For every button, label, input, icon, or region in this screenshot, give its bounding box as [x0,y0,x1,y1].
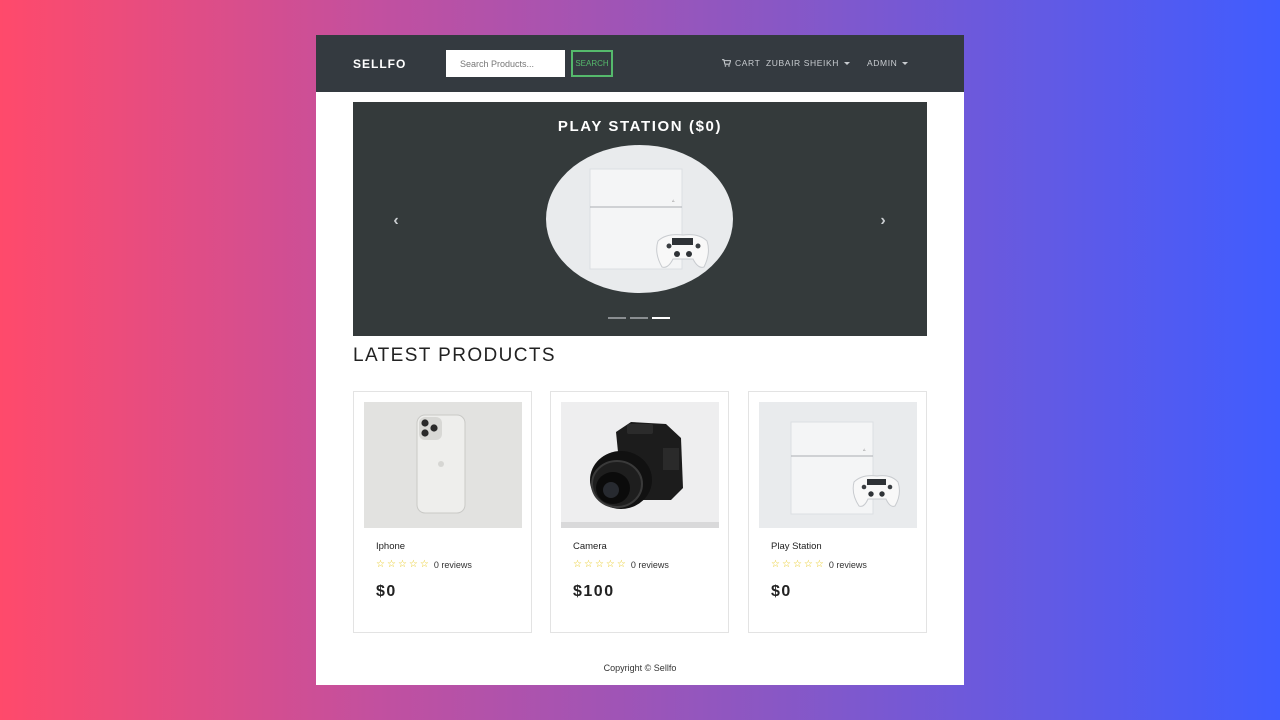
cart-icon [722,59,731,67]
product-name[interactable]: Play Station [771,541,822,552]
star-outline-icon: ☆ [792,559,802,570]
product-image[interactable] [364,402,522,528]
star-outline-icon: ☆ [803,559,813,570]
brand-logo[interactable]: SELLFO [353,57,406,71]
user-menu-label: ZUBAIR SHEIKH [766,58,839,68]
carousel-indicator-active[interactable] [652,317,670,319]
review-count: 0 reviews [630,560,669,570]
search-input[interactable] [446,50,565,77]
product-name[interactable]: Camera [573,541,607,552]
star-outline-icon: ☆ [814,559,824,570]
review-count: 0 reviews [828,560,867,570]
product-price: $0 [376,583,397,600]
carousel-slide-title[interactable]: PLAY STATION ($0) [353,118,927,135]
iphone-image [364,402,522,528]
star-outline-icon: ☆ [408,559,418,570]
cart-label: CART [735,58,761,68]
product-image[interactable] [561,402,719,528]
product-card[interactable]: Iphone ☆ ☆ ☆ ☆ ☆ 0 reviews $0 [353,391,532,633]
search-button[interactable]: SEARCH [571,50,613,77]
carousel-indicators [608,317,670,319]
product-name[interactable]: Iphone [376,541,405,552]
star-outline-icon: ☆ [594,559,604,570]
star-outline-icon: ☆ [616,559,626,570]
app-frame: SELLFO SEARCH CART ZUBAIR SHEIKH ADMIN P… [316,35,964,685]
featured-carousel: PLAY STATION ($0) ▵ ‹ › [353,102,927,336]
playstation-image: ▵ [759,402,917,528]
user-menu-dropdown[interactable]: ZUBAIR SHEIKH [766,58,850,68]
caret-down-icon [843,61,850,65]
star-outline-icon: ☆ [397,559,407,570]
product-price: $100 [573,583,615,600]
star-outline-icon: ☆ [386,559,396,570]
carousel-indicator[interactable] [630,317,648,319]
navbar: SELLFO SEARCH CART ZUBAIR SHEIKH ADMIN [316,35,964,92]
product-card[interactable]: Camera ☆ ☆ ☆ ☆ ☆ 0 reviews $100 [550,391,729,633]
carousel-next-chevron-icon[interactable]: › [875,212,891,230]
star-outline-icon: ☆ [376,559,385,570]
footer-copyright: Copyright © Sellfo [603,663,677,673]
product-rating: ☆ ☆ ☆ ☆ ☆ 0 reviews [376,559,472,571]
star-outline-icon: ☆ [781,559,791,570]
cart-link[interactable]: CART [722,58,760,68]
playstation-image: ▵ [546,145,733,293]
product-price: $0 [771,583,792,600]
star-outline-icon: ☆ [573,559,582,570]
product-card[interactable]: ▵ Play Station ☆ ☆ ☆ ☆ ☆ 0 reviews $0 [748,391,927,633]
star-outline-icon: ☆ [605,559,615,570]
star-outline-icon: ☆ [583,559,593,570]
star-outline-icon: ☆ [771,559,780,570]
product-rating: ☆ ☆ ☆ ☆ ☆ 0 reviews [771,559,867,571]
section-title: LATEST PRODUCTS [353,345,556,366]
admin-menu-label: ADMIN [867,58,898,68]
product-image[interactable]: ▵ [759,402,917,528]
caret-down-icon [902,61,909,65]
camera-image [561,402,719,528]
admin-menu-dropdown[interactable]: ADMIN [867,58,909,68]
product-rating: ☆ ☆ ☆ ☆ ☆ 0 reviews [573,559,669,571]
carousel-indicator[interactable] [608,317,626,319]
review-count: 0 reviews [433,560,472,570]
star-outline-icon: ☆ [419,559,429,570]
carousel-slide-image[interactable]: ▵ [546,145,733,293]
carousel-prev-chevron-icon[interactable]: ‹ [388,212,404,230]
